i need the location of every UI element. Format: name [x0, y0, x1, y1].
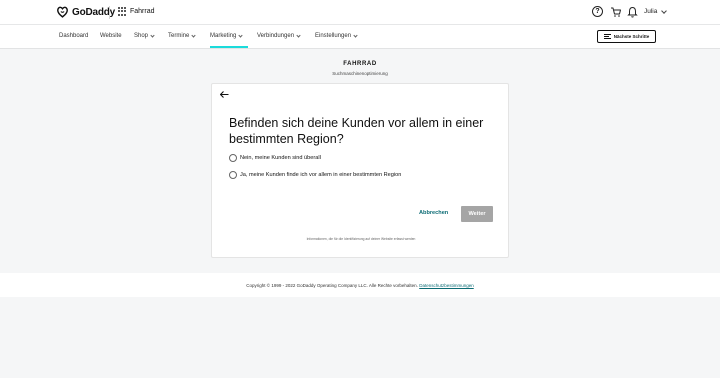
nav-label: Website	[100, 33, 122, 39]
chevron-down-icon	[238, 32, 243, 38]
question-heading: Befinden sich deine Kunden vor allem in …	[229, 116, 484, 146]
option-label: Nein, meine Kunden sind überall	[240, 155, 321, 161]
next-steps-button[interactable]: Nächste Schritte	[597, 30, 656, 43]
godaddy-logo[interactable]: GoDaddy	[56, 6, 115, 18]
cart-icon[interactable]	[610, 6, 622, 18]
apps-grid-icon[interactable]	[118, 7, 126, 16]
chevron-down-icon	[296, 32, 301, 38]
chevron-down-icon	[150, 32, 155, 38]
copyright-text: Copyright © 1999 - 2022 GoDaddy Operatin…	[246, 283, 418, 288]
option-yes[interactable]: Ja, meine Kunden finde ich vor allem in …	[229, 171, 401, 179]
question-card: Befinden sich deine Kunden vor allem in …	[211, 83, 509, 258]
chevron-down-icon	[661, 7, 668, 14]
main-nav: Dashboard Website Shop Termine Marketing…	[0, 25, 720, 49]
nav-einstellungen[interactable]: Einstellungen	[315, 32, 358, 39]
nav-marketing[interactable]: Marketing	[210, 32, 249, 48]
list-icon	[603, 34, 611, 39]
page-subtitle: Suchmaschinenoptimierung	[332, 71, 388, 76]
footer: Copyright © 1999 - 2022 GoDaddy Operatin…	[0, 273, 720, 297]
option-no[interactable]: Nein, meine Kunden sind überall	[229, 154, 321, 162]
page-title: FAHRRAD	[343, 61, 377, 67]
cancel-button[interactable]: Abbrechen	[419, 210, 448, 216]
nav-shop[interactable]: Shop	[134, 32, 155, 39]
nav-dashboard[interactable]: Dashboard	[59, 33, 88, 39]
nav-label: Dashboard	[59, 33, 89, 39]
user-name: Julia	[644, 8, 658, 15]
footer-copyright: Copyright © 1999 - 2022 GoDaddy Operatin…	[0, 283, 720, 288]
nav-label: Termine	[168, 33, 190, 39]
option-label: Ja, meine Kunden finde ich vor allem in …	[240, 172, 402, 178]
nav-termine[interactable]: Termine	[168, 32, 196, 39]
nav-label: Einstellungen	[315, 33, 352, 39]
chevron-down-icon	[191, 32, 196, 38]
nav-label: Verbindungen	[257, 33, 295, 39]
header-divider	[109, 6, 110, 19]
bell-icon[interactable]	[627, 6, 638, 18]
privacy-link[interactable]: Datenschutzbestimmungen	[419, 283, 474, 288]
radio-button[interactable]	[229, 171, 237, 179]
nav-verbindungen[interactable]: Verbindungen	[257, 32, 301, 39]
godaddy-logo-icon	[57, 6, 68, 18]
top-bar: GoDaddy Fahrrad ? Julia	[0, 0, 720, 25]
continue-button[interactable]: Weiter	[461, 206, 493, 222]
user-menu[interactable]: Julia	[644, 7, 668, 15]
info-text: Informationen, die für die Identifizieru…	[306, 237, 416, 241]
chevron-down-icon	[353, 32, 358, 38]
nav-website[interactable]: Website	[100, 33, 122, 39]
site-name[interactable]: Fahrrad	[130, 8, 155, 15]
nav-label: Shop	[134, 33, 149, 39]
help-icon[interactable]: ?	[592, 6, 603, 17]
back-arrow-icon[interactable]	[220, 91, 229, 98]
radio-button[interactable]	[229, 154, 237, 162]
next-steps-label: Nächste Schritte	[613, 34, 650, 39]
nav-label: Marketing	[210, 33, 237, 39]
